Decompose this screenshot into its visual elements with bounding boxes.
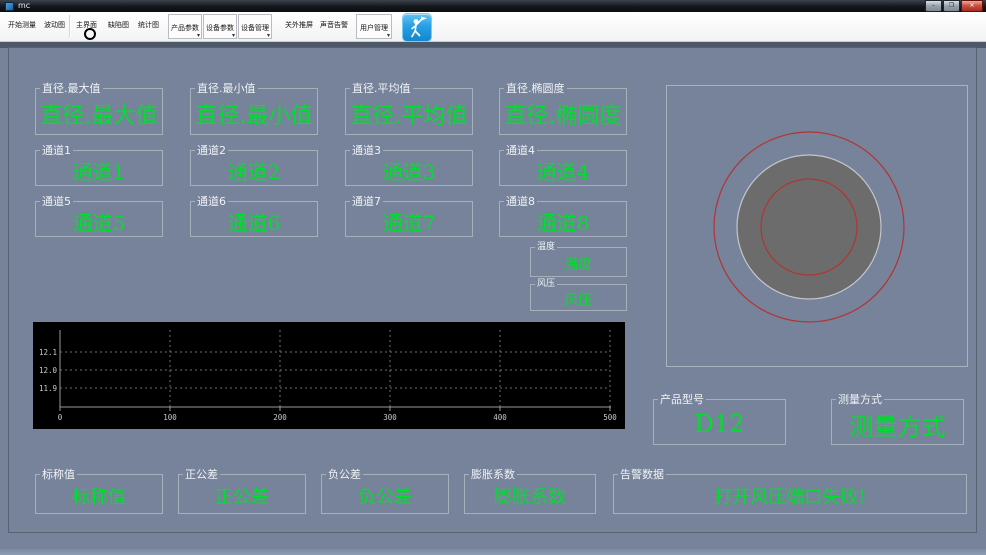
wave-chart-button[interactable]: 波动图 (44, 20, 65, 30)
expansion-value: 膨胀系数 (494, 487, 566, 508)
temperature-box: 温度 温度 (530, 242, 627, 277)
chevron-down-icon: ▾ (266, 32, 270, 39)
diameter-max-value: 直径.最大值 (40, 103, 158, 129)
nominal-box: 标称值 标称值 (35, 468, 163, 514)
toolbar-separator (69, 15, 70, 37)
product-params-dropdown[interactable]: 产品参数 ▾ (168, 14, 202, 39)
maximize-button[interactable]: ❐ (943, 0, 960, 12)
titlebar: mc – ❐ ✕ (0, 0, 986, 12)
diameter-avg-box: 直径.平均值 直径.平均值 (345, 82, 473, 135)
measure-mode-value: 测量方式 (849, 412, 946, 441)
toolbar: 开始测量 波动图 主界面 缺陷图 统计图 产品参数 ▾ 设备参数 ▾ 设备管理 … (0, 12, 986, 42)
nominal-value: 标称值 (72, 487, 126, 508)
y-tick-label: 11.9 (39, 384, 57, 393)
air-pressure-box: 风压 风压 (530, 279, 627, 311)
channel-8-value: 通道8 (536, 210, 590, 235)
defect-chart-button[interactable]: 缺陷图 (108, 20, 129, 30)
temperature-value: 温度 (564, 257, 593, 273)
diameter-min-box: 直径.最小值 直径.最小值 (190, 82, 318, 135)
product-model-value: D12 (694, 410, 745, 438)
channel-5-value: 通道5 (72, 210, 126, 235)
trend-chart: 12.1 12.0 11.9 0 100 200 300 400 500 (33, 322, 625, 429)
channel-2-box: 通道2 通道2 (190, 144, 318, 186)
window-bottom-edge (0, 549, 986, 555)
diameter-min-value: 直径.最小值 (195, 103, 313, 129)
cross-section-graphic (713, 131, 905, 323)
channel-8-box: 通道8 通道8 (499, 195, 627, 237)
device-mgmt-label: 设备管理 (241, 24, 269, 32)
pos-tolerance-value: 正公差 (215, 487, 269, 508)
channel-4-box: 通道4 通道4 (499, 144, 627, 186)
start-measure-button[interactable]: 开始测量 (8, 20, 36, 30)
neg-tolerance-value: 负公差 (358, 487, 412, 508)
chevron-down-icon: ▾ (231, 32, 235, 39)
channel-6-box: 通道6 通道6 (190, 195, 318, 237)
pos-tolerance-box: 正公差 正公差 (178, 468, 306, 514)
chevron-down-icon: ▾ (196, 32, 200, 39)
minimize-button[interactable]: – (925, 0, 942, 12)
channel-1-value: 通道1 (72, 159, 126, 184)
user-mgmt-label: 用户管理 (360, 24, 388, 32)
channel-4-value: 通道4 (536, 159, 590, 184)
channel-2-value: 通道2 (227, 159, 281, 184)
x-tick-label: 400 (493, 413, 507, 422)
diameter-ovality-value: 直径.椭圆度 (504, 103, 622, 129)
channel-7-box: 通道7 通道7 (345, 195, 473, 237)
cross-section-panel (666, 85, 968, 367)
person-flag-glyph (411, 16, 427, 38)
channel-1-box: 通道1 通道1 (35, 144, 163, 186)
diameter-avg-value: 直径.平均值 (350, 103, 468, 129)
external-screen-button[interactable]: 关外推屏 (285, 20, 313, 30)
chevron-down-icon: ▾ (386, 32, 390, 39)
trend-chart-plot: 12.1 12.0 11.9 0 100 200 300 400 500 (39, 330, 617, 422)
device-mgmt-dropdown[interactable]: 设备管理 ▾ (238, 14, 272, 39)
measure-mode-box: 测量方式 测量方式 (831, 393, 964, 445)
x-tick-label: 300 (383, 413, 397, 422)
air-pressure-value: 风压 (564, 292, 593, 309)
x-tick-label: 200 (273, 413, 287, 422)
expansion-box: 膨胀系数 膨胀系数 (464, 468, 596, 514)
app-window: mc – ❐ ✕ 开始测量 波动图 主界面 缺陷图 统计图 产品参数 ▾ 设备参… (0, 0, 986, 555)
diameter-max-box: 直径.最大值 直径.最大值 (35, 82, 163, 135)
product-model-box: 产品型号 D12 (653, 393, 786, 445)
channel-3-value: 通道3 (382, 159, 436, 184)
neg-tolerance-box: 负公差 负公差 (321, 468, 449, 514)
diameter-ovality-box: 直径.椭圆度 直径.椭圆度 (499, 82, 627, 135)
x-tick-label: 500 (603, 413, 617, 422)
sound-alarm-button[interactable]: 声音告警 (320, 20, 348, 30)
product-params-label: 产品参数 (171, 24, 199, 32)
x-tick-label: 0 (58, 413, 63, 422)
device-params-label: 设备参数 (206, 24, 234, 32)
stats-chart-button[interactable]: 统计图 (138, 20, 159, 30)
person-flag-icon[interactable] (402, 13, 432, 42)
channel-6-value: 通道6 (227, 210, 281, 235)
y-tick-label: 12.0 (39, 366, 58, 375)
window-title: mc (18, 1, 31, 10)
channel-7-value: 通道7 (382, 210, 436, 235)
record-indicator-icon (84, 28, 96, 40)
alarm-data-box: 告警数据 打开风压端口失败! (613, 468, 967, 514)
y-tick-label: 12.1 (39, 348, 57, 357)
device-params-dropdown[interactable]: 设备参数 ▾ (203, 14, 237, 39)
window-controls: – ❐ ✕ (925, 0, 983, 12)
app-icon (5, 1, 14, 11)
user-mgmt-dropdown[interactable]: 用户管理 ▾ (356, 14, 392, 39)
close-button[interactable]: ✕ (961, 0, 983, 12)
channel-5-box: 通道5 通道5 (35, 195, 163, 237)
channel-3-box: 通道3 通道3 (345, 144, 473, 186)
alarm-data-value: 打开风压端口失败! (714, 487, 866, 508)
x-tick-label: 100 (163, 413, 177, 422)
